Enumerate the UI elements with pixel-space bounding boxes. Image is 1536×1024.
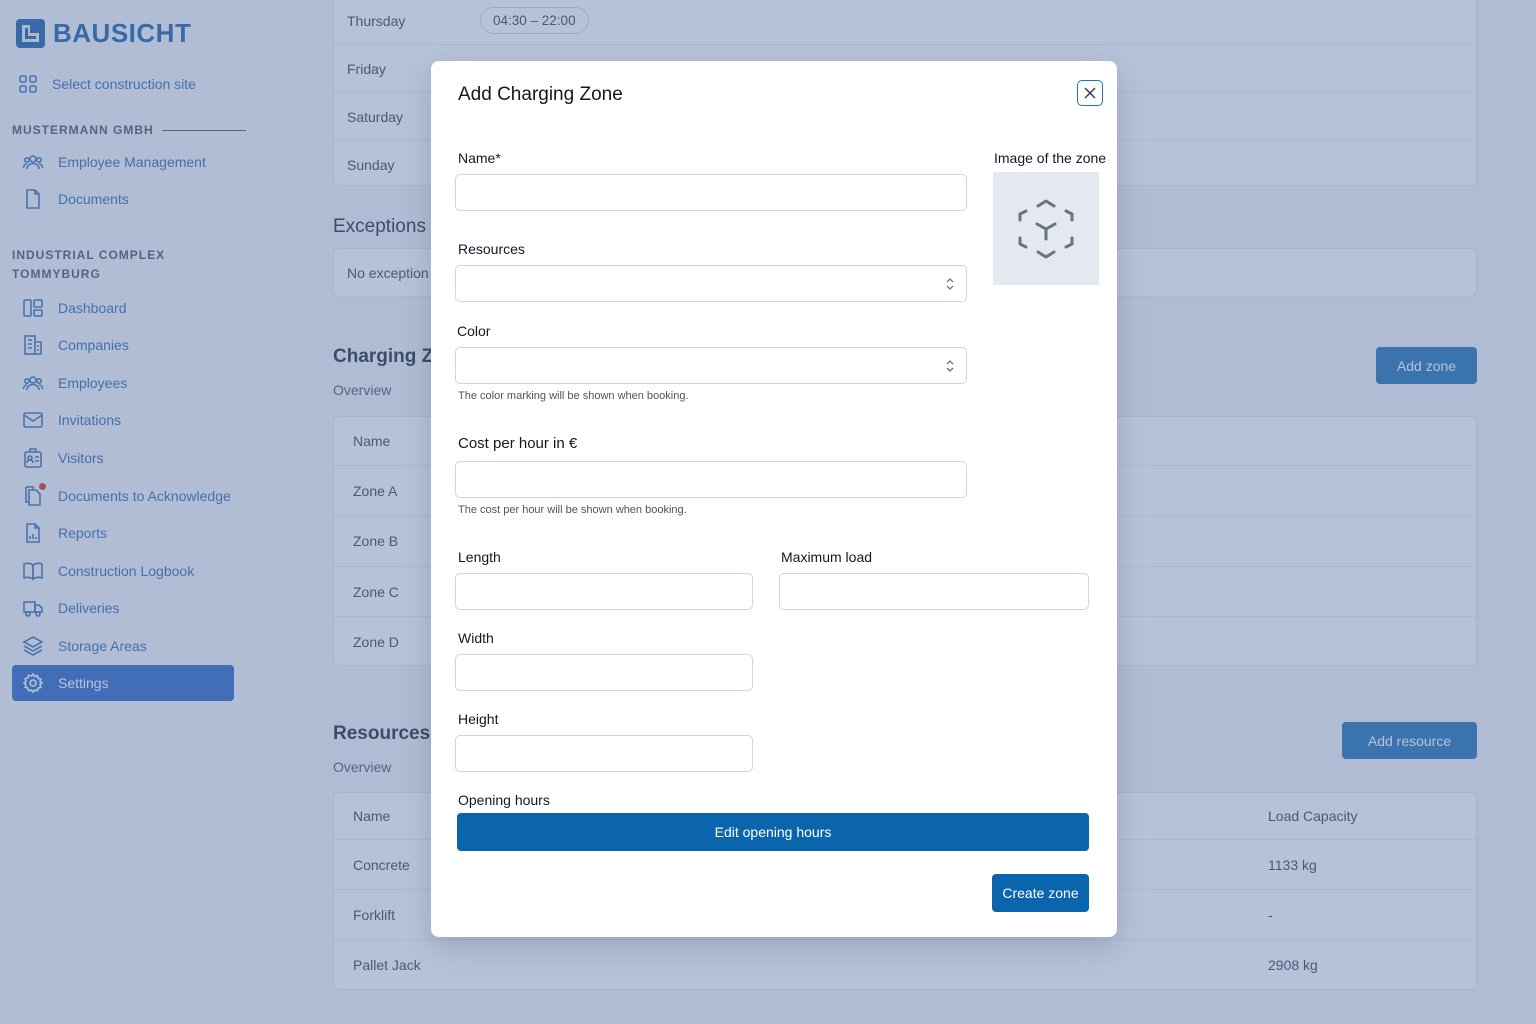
max-load-label: Maximum load bbox=[781, 549, 873, 565]
edit-opening-hours-button[interactable]: Edit opening hours bbox=[457, 813, 1089, 851]
dialog-title: Add Charging Zone bbox=[458, 84, 623, 105]
resources-select[interactable] bbox=[455, 265, 967, 302]
color-label: Color bbox=[457, 323, 491, 339]
height-label: Height bbox=[458, 711, 499, 727]
length-input[interactable] bbox=[455, 573, 753, 610]
add-charging-zone-dialog: Add Charging Zone Name* Image of the zon… bbox=[431, 61, 1117, 937]
zone-image-upload[interactable] bbox=[993, 172, 1099, 285]
ar-cube-icon bbox=[1018, 199, 1074, 258]
close-button[interactable] bbox=[1077, 80, 1103, 106]
name-label: Name* bbox=[458, 150, 501, 166]
cost-hint: The cost per hour will be shown when boo… bbox=[458, 504, 687, 516]
create-zone-button[interactable]: Create zone bbox=[992, 874, 1089, 912]
chevron-up-down-icon bbox=[946, 359, 954, 373]
color-select[interactable] bbox=[455, 347, 967, 384]
image-label: Image of the zone bbox=[994, 150, 1107, 166]
name-input[interactable] bbox=[455, 174, 967, 211]
color-hint: The color marking will be shown when boo… bbox=[458, 390, 689, 402]
chevron-up-down-icon bbox=[946, 277, 954, 291]
cost-label: Cost per hour in € bbox=[458, 435, 578, 452]
length-label: Length bbox=[458, 549, 501, 565]
width-input[interactable] bbox=[455, 654, 753, 691]
resources-label: Resources bbox=[458, 241, 525, 257]
height-input[interactable] bbox=[455, 735, 753, 772]
opening-hours-label: Opening hours bbox=[458, 792, 550, 808]
close-icon bbox=[1084, 87, 1096, 99]
cost-input[interactable] bbox=[455, 461, 967, 498]
max-load-input[interactable] bbox=[779, 573, 1089, 610]
width-label: Width bbox=[458, 630, 494, 646]
